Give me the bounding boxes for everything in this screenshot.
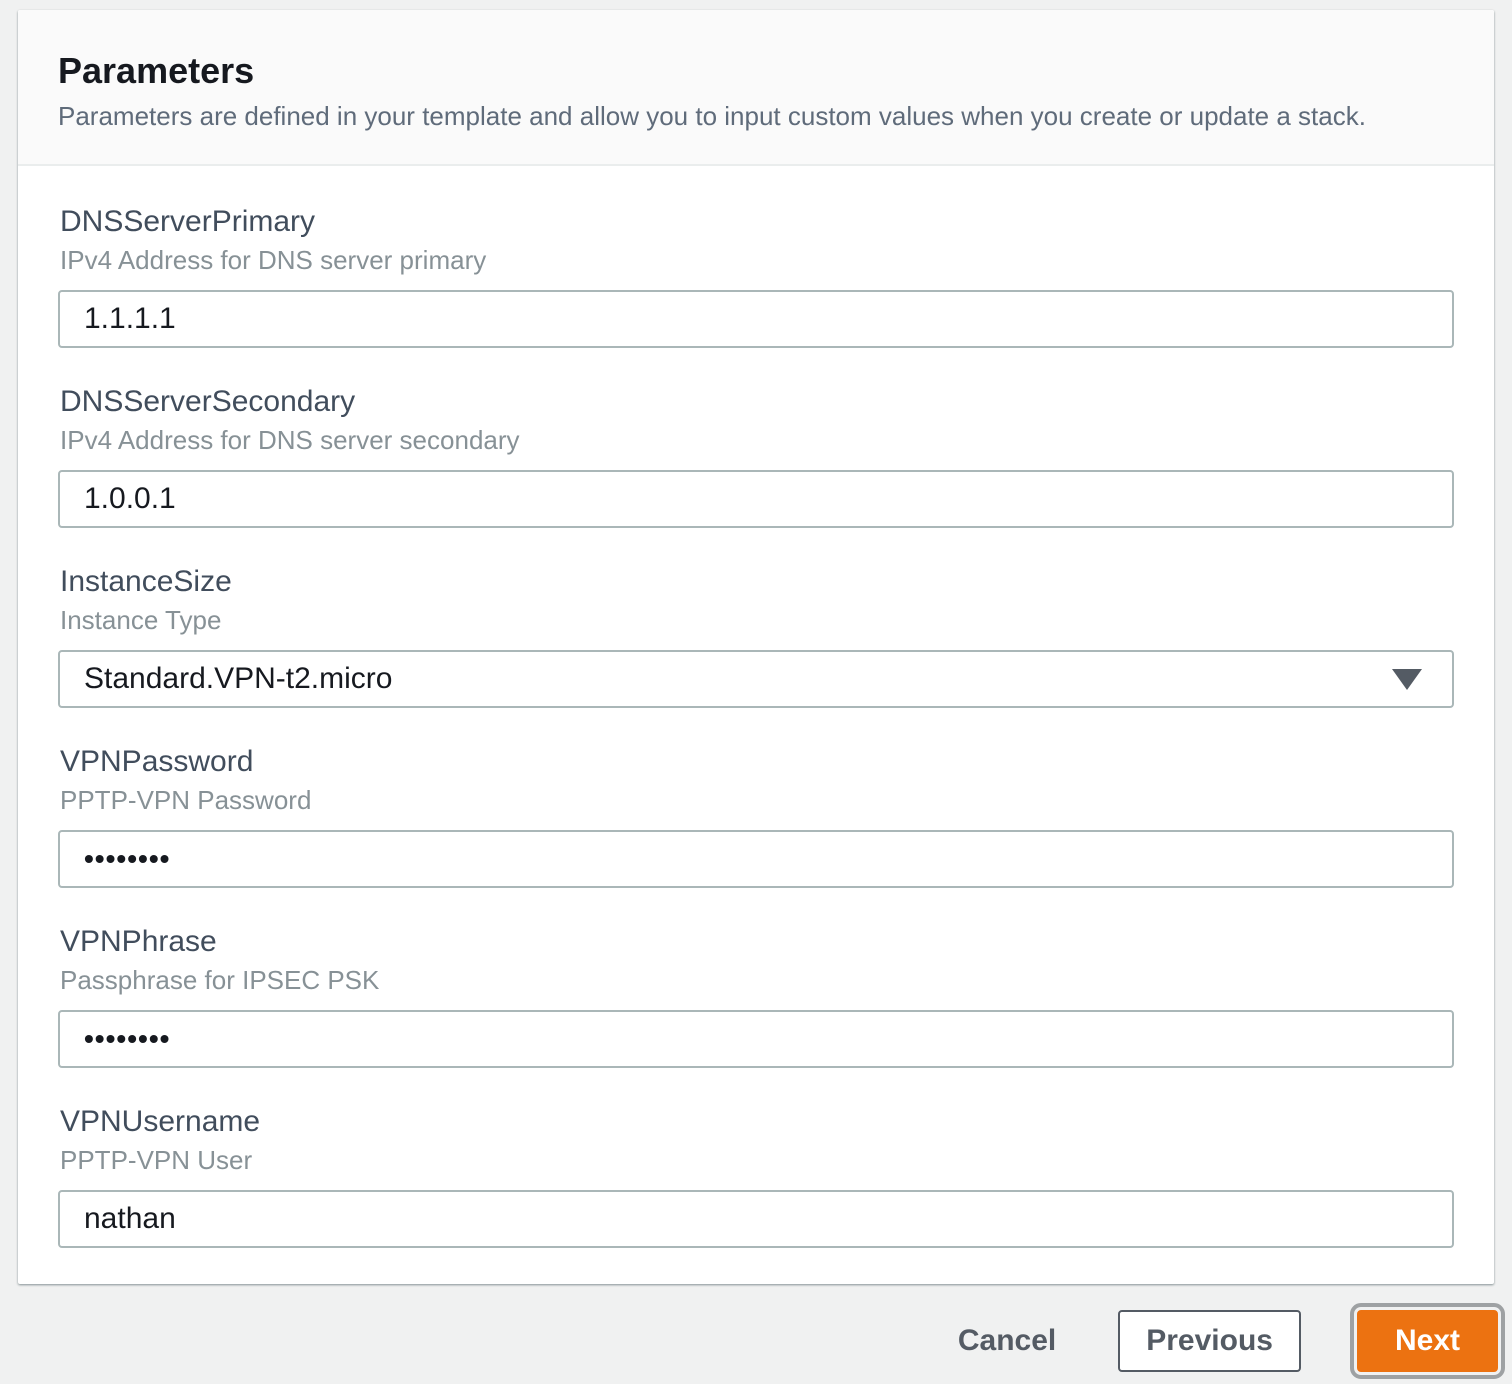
parameters-panel: Parameters Parameters are defined in you… [18, 10, 1494, 1284]
vpnusername-input[interactable] [58, 1190, 1454, 1248]
field-description: IPv4 Address for DNS server primary [60, 245, 487, 275]
field-dnsserverprimary: DNSServerPrimary IPv4 Address for DNS se… [58, 204, 1454, 348]
field-label: DNSServerPrimary [60, 205, 316, 238]
field-description: Instance Type [60, 605, 222, 635]
field-dnsserversecondary: DNSServerSecondary IPv4 Address for DNS … [58, 384, 1454, 528]
dnsserversecondary-input[interactable] [58, 470, 1454, 528]
instancesize-select[interactable]: Standard.VPN-t2.micro [58, 650, 1454, 708]
field-vpnusername: VPNUsername PPTP-VPN User [58, 1104, 1454, 1248]
field-description: IPv4 Address for DNS server secondary [60, 425, 520, 455]
panel-description: Parameters are defined in your template … [58, 101, 1366, 131]
field-vpnphrase: VPNPhrase Passphrase for IPSEC PSK [58, 924, 1454, 1068]
cancel-button[interactable]: Cancel [936, 1326, 1078, 1356]
wizard-actions: Cancel Previous Next [0, 1303, 1512, 1379]
panel-header: Parameters Parameters are defined in you… [18, 10, 1494, 166]
page-title: Parameters [58, 50, 255, 91]
field-label: InstanceSize [60, 565, 232, 598]
field-label: VPNPassword [60, 745, 254, 778]
parameters-form: DNSServerPrimary IPv4 Address for DNS se… [18, 166, 1494, 1284]
dropdown-caret-icon [1392, 668, 1422, 690]
field-label: DNSServerSecondary [60, 385, 356, 418]
field-description: PPTP-VPN Password [60, 785, 312, 815]
field-description: PPTP-VPN User [60, 1145, 253, 1175]
instancesize-selected-value: Standard.VPN-t2.micro [84, 662, 393, 695]
field-vpnpassword: VPNPassword PPTP-VPN Password [58, 744, 1454, 888]
vpnpassword-input[interactable] [58, 830, 1454, 888]
previous-button[interactable]: Previous [1118, 1310, 1301, 1372]
field-label: VPNPhrase [60, 925, 217, 958]
field-label: VPNUsername [60, 1105, 261, 1138]
field-instancesize: InstanceSize Instance Type Standard.VPN-… [58, 564, 1454, 708]
next-button[interactable]: Next [1349, 1303, 1506, 1379]
field-description: Passphrase for IPSEC PSK [60, 965, 380, 995]
dnsserverprimary-input[interactable] [58, 290, 1454, 348]
vpnphrase-input[interactable] [58, 1010, 1454, 1068]
